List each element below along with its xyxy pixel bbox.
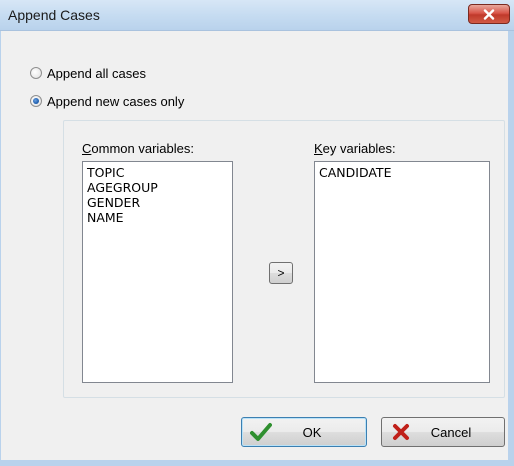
close-icon: [483, 8, 495, 20]
close-button[interactable]: [468, 4, 510, 24]
radio-button-append-new[interactable]: [30, 95, 42, 107]
list-item[interactable]: NAME: [87, 210, 228, 225]
title-bar: Append Cases: [0, 0, 514, 31]
common-variables-label: Common variables:: [82, 141, 194, 156]
radio-append-new[interactable]: Append new cases only: [30, 92, 184, 110]
list-item[interactable]: CANDIDATE: [319, 165, 485, 180]
ok-label: OK: [302, 424, 322, 440]
key-variables-list[interactable]: CANDIDATE: [314, 161, 490, 383]
key-variables-label: Key variables:: [314, 141, 396, 156]
ok-button[interactable]: OK: [241, 417, 367, 447]
checkmark-icon: [250, 421, 272, 443]
cancel-button[interactable]: Cancel: [381, 417, 505, 447]
radio-label-append-new: Append new cases only: [47, 93, 185, 109]
list-item[interactable]: TOPIC: [87, 165, 228, 180]
window-title: Append Cases: [8, 7, 100, 23]
cancel-label: Cancel: [430, 424, 472, 440]
radio-label-append-all: Append all cases: [47, 65, 147, 81]
list-item[interactable]: AGEGROUP: [87, 180, 228, 195]
common-variables-list[interactable]: TOPIC AGEGROUP GENDER NAME: [82, 161, 233, 383]
list-item[interactable]: GENDER: [87, 195, 228, 210]
radio-button-append-all[interactable]: [30, 67, 42, 79]
add-key-variable-button[interactable]: >: [269, 262, 293, 284]
x-icon: [390, 421, 412, 443]
radio-append-all[interactable]: Append all cases: [30, 64, 146, 82]
